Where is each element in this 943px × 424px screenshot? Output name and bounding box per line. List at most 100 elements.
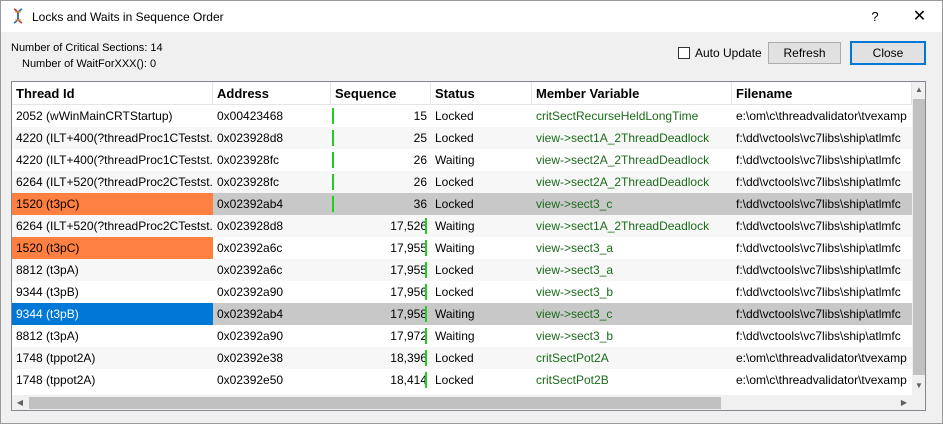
column-thread-id[interactable]: Thread Id [12, 82, 213, 105]
horizontal-scroll-thumb[interactable] [29, 397, 721, 409]
scroll-corner [912, 395, 925, 410]
cell-filename: f:\dd\vctools\vc7libs\ship\atlmfc [736, 329, 901, 343]
cell-sequence: 18,414 [390, 373, 427, 387]
cell-address: 0x023928d8 [217, 219, 284, 233]
sequence-marker [425, 372, 427, 388]
cell-sequence: 17,956 [390, 285, 427, 299]
sequence-marker [425, 262, 427, 278]
refresh-button[interactable]: Refresh [768, 42, 841, 64]
cell-sequence: 18,396 [390, 351, 427, 365]
help-button[interactable]: ? [857, 1, 893, 32]
cell-filename: e:\om\c\threadvalidator\tvexamp [736, 109, 907, 123]
sequence-marker [332, 108, 334, 124]
scroll-down-icon[interactable]: ▼ [912, 378, 925, 394]
table-row[interactable]: 8812 (t3pA) 0x02392a6c 17,955 Locked view->s… [12, 259, 912, 281]
cell-address: 0x02392ab4 [217, 307, 284, 321]
sequence-marker [425, 284, 427, 300]
cell-member-variable: view->sect3_a [536, 241, 614, 255]
cell-status: Locked [435, 351, 474, 365]
cell-filename: f:\dd\vctools\vc7libs\ship\atlmfc [736, 307, 901, 321]
scroll-up-icon[interactable]: ▲ [912, 82, 925, 98]
cell-address: 0x023928fc [217, 175, 280, 189]
table-row[interactable]: 2052 (wWinMainCRTStartup) 0x00423468 15 Loc… [12, 105, 912, 127]
column-status[interactable]: Status [431, 82, 532, 105]
cell-address: 0x023928fc [217, 153, 280, 167]
cell-status: Locked [435, 175, 474, 189]
cell-thread-id: 6264 (ILT+520(?threadProc2CTestst... [16, 219, 213, 233]
table-row[interactable]: 1748 (tppot2A) 0x02392e50 18,414 Locked crit… [12, 369, 912, 391]
cell-thread-id: 1748 (tppot2A) [16, 351, 96, 365]
cell-sequence: 25 [413, 131, 427, 145]
close-button[interactable]: Close [850, 41, 926, 65]
column-sequence[interactable]: Sequence [331, 82, 431, 105]
table-row[interactable]: 1520 (t3pC) 0x02392a6c 17,955 Waiting view->… [12, 237, 912, 259]
cell-member-variable: view->sect1A_2ThreadDeadlock [536, 131, 710, 145]
sequence-marker [425, 328, 427, 344]
column-member-variable[interactable]: Member Variable [532, 82, 732, 105]
table-row[interactable]: 8812 (t3pA) 0x02392a90 17,972 Waiting view->… [12, 325, 912, 347]
sequence-marker [425, 218, 427, 234]
cell-status: Locked [435, 197, 474, 211]
cell-thread-id: 1748 (tppot2A) [16, 373, 96, 387]
cell-filename: f:\dd\vctools\vc7libs\ship\atlmfc [736, 153, 901, 167]
cell-sequence: 17,955 [390, 241, 427, 255]
sequence-marker [332, 174, 334, 190]
cell-address: 0x02392a6c [217, 263, 283, 277]
sequence-marker [425, 240, 427, 256]
table-row[interactable]: 4220 (ILT+400(?threadProc1CTestst... 0x02… [12, 127, 912, 149]
table-row[interactable]: 9344 (t3pB) 0x02392ab4 17,958 Waiting view->… [12, 303, 912, 325]
cell-sequence: 26 [413, 175, 427, 189]
cell-status: Locked [435, 263, 474, 277]
cell-address: 0x00423468 [217, 109, 284, 123]
checkbox-box[interactable] [678, 47, 690, 59]
table-row[interactable]: 4220 (ILT+400(?threadProc1CTestst... 0x02… [12, 149, 912, 171]
auto-update-checkbox[interactable]: Auto Update [678, 45, 762, 61]
sequence-marker [425, 350, 427, 366]
auto-update-label: Auto Update [695, 46, 762, 60]
cell-address: 0x02392a90 [217, 285, 284, 299]
cell-filename: e:\om\c\threadvalidator\tvexamp [736, 351, 907, 365]
cell-thread-id: 8812 (t3pA) [16, 329, 79, 343]
cell-filename: f:\dd\vctools\vc7libs\ship\atlmfc [736, 241, 901, 255]
vertical-scrollbar[interactable]: ▲ ▼ [912, 82, 925, 395]
cell-member-variable: critSectRecurseHeldLongTime [536, 109, 699, 123]
cell-member-variable: view->sect3_b [536, 329, 614, 343]
scroll-right-icon[interactable]: ▶ [896, 395, 912, 410]
cell-member-variable: view->sect2A_2ThreadDeadlock [536, 153, 710, 167]
waitfor-count: Number of WaitForXXX(): 0 [22, 58, 157, 70]
vertical-scroll-thumb[interactable] [913, 99, 925, 375]
table-row[interactable]: 6264 (ILT+520(?threadProc2CTestst... 0x02… [12, 215, 912, 237]
sequence-marker [425, 306, 427, 322]
sequence-marker [332, 152, 334, 168]
cell-status: Locked [435, 373, 474, 387]
cell-address: 0x02392e38 [217, 351, 284, 365]
cell-member-variable: view->sect3_a [536, 263, 614, 277]
table-row[interactable]: 1520 (t3pC) 0x02392ab4 36 Locked view->sect3… [12, 193, 912, 215]
cell-address: 0x02392ab4 [217, 197, 284, 211]
horizontal-scrollbar[interactable]: ◀ ▶ [12, 395, 912, 410]
cell-filename: f:\dd\vctools\vc7libs\ship\atlmfc [736, 219, 901, 233]
cell-member-variable: view->sect1A_2ThreadDeadlock [536, 219, 710, 233]
table-row[interactable]: 1748 (tppot2A) 0x02392e38 18,396 Locked crit… [12, 347, 912, 369]
cell-status: Locked [435, 109, 474, 123]
cell-address: 0x02392a6c [217, 241, 283, 255]
cell-thread-id: 9344 (t3pB) [16, 285, 79, 299]
title-bar: Locks and Waits in Sequence Order ? ✕ [1, 1, 942, 32]
cell-sequence: 17,972 [390, 329, 427, 343]
scroll-left-icon[interactable]: ◀ [12, 395, 28, 410]
cell-sequence: 15 [413, 109, 427, 123]
table-header: Thread Id Address Sequence Status Member… [12, 82, 912, 105]
cell-filename: f:\dd\vctools\vc7libs\ship\atlmfc [736, 175, 901, 189]
sequence-marker [332, 130, 334, 146]
cell-member-variable: view->sect3_c [536, 307, 613, 321]
cell-thread-id: 4220 (ILT+400(?threadProc1CTestst... [16, 131, 213, 145]
cell-status: Waiting [435, 329, 475, 343]
table-row[interactable]: 9344 (t3pB) 0x02392a90 17,956 Locked view->s… [12, 281, 912, 303]
column-address[interactable]: Address [213, 82, 331, 105]
cell-thread-id: 1520 (t3pC) [12, 237, 213, 259]
cell-filename: e:\om\c\threadvalidator\tvexamp [736, 373, 907, 387]
window-close-button[interactable]: ✕ [897, 1, 942, 32]
column-filename[interactable]: Filename [732, 82, 912, 105]
table-row[interactable]: 6264 (ILT+520(?threadProc2CTestst... 0x02… [12, 171, 912, 193]
cell-member-variable: critSectPot2B [536, 373, 609, 387]
